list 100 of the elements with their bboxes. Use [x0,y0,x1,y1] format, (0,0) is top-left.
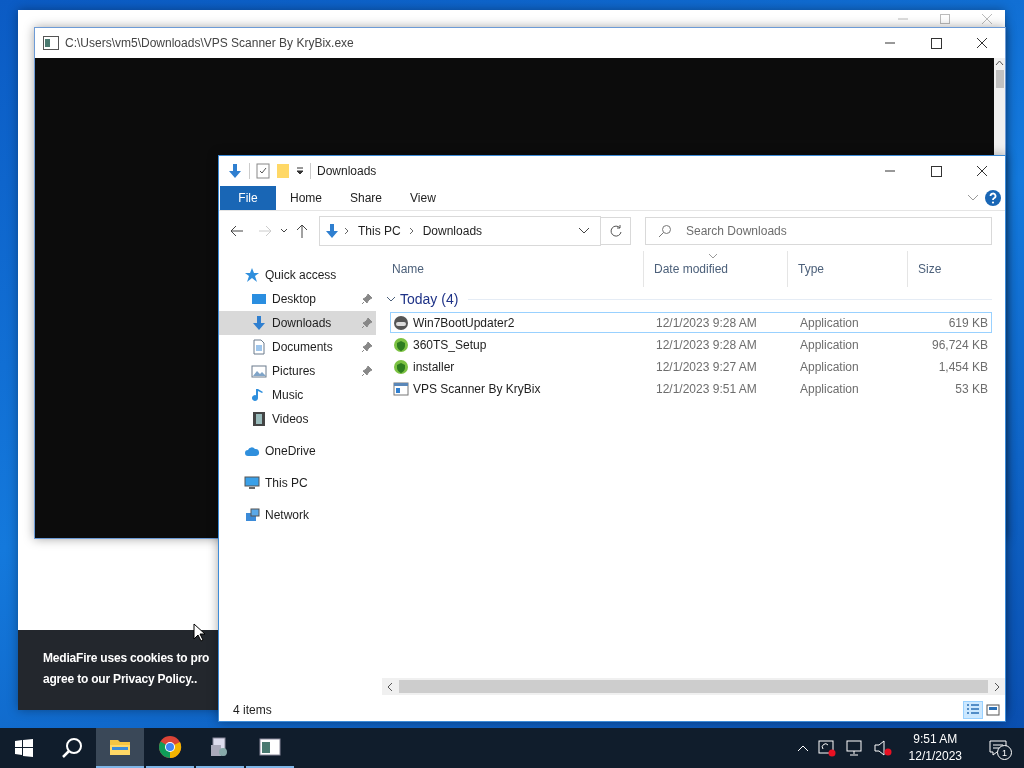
ribbon-tab[interactable]: View [396,186,450,210]
breadcrumb[interactable]: Downloads [418,224,487,238]
ribbon-tab[interactable]: Share [336,186,397,210]
message-icon [989,740,1007,756]
file-name: VPS Scanner By KryBix [413,381,541,396]
pin-icon[interactable] [362,342,372,352]
mouse-cursor [193,623,205,642]
window-title: Downloads [316,164,378,178]
picture-icon [251,363,267,379]
chrome-icon [158,735,182,759]
search-icon [61,737,83,759]
up-icon[interactable] [295,223,309,239]
pin-icon[interactable] [362,366,372,376]
type-cell: Application [800,381,859,396]
cookie-text: agree to our Privacy Policy.. [43,671,199,688]
nav-item[interactable]: Desktop [219,287,376,311]
dropdown-icon[interactable] [578,227,590,235]
time-text: 9:51 AM [913,731,958,748]
star-icon [244,267,260,283]
desktop-icon [251,291,267,307]
type-cell: Application [800,337,859,352]
properties-icon[interactable] [256,163,270,179]
group-header[interactable]: Today (4) [386,287,992,311]
scrollbar-thumb[interactable] [995,70,1004,88]
file-row[interactable]: installer 12/1/2023 9:27 AM Application 1,454 KB [390,356,992,377]
network-icon [244,507,260,523]
horizontal-scrollbar[interactable] [382,678,1005,695]
large-icons-view-icon[interactable] [984,702,1002,718]
column-header[interactable]: Type [788,251,908,287]
date-cell: 12/1/2023 9:27 AM [656,359,757,374]
item-count: 4 items [233,703,272,717]
breadcrumb[interactable]: This PC [354,224,405,238]
search-icon [658,224,672,238]
file-name: Win7BootUpdater2 [413,315,515,330]
sort-icon [708,253,718,259]
size-cell: 619 KB [948,315,988,330]
file-row[interactable]: Win7BootUpdater2 12/1/2023 9:28 AM Application 619 KB [390,312,992,333]
window-app-icon [393,380,409,397]
shield-icon [393,358,409,375]
refresh-button[interactable] [601,217,631,245]
download-arrow-icon [324,222,340,240]
type-cell: Application [800,315,859,330]
windows-logo-icon [15,739,33,757]
help-icon[interactable] [985,190,1001,206]
dropdown-icon[interactable] [296,167,304,175]
details-view-icon[interactable] [964,702,982,718]
nav-item[interactable]: Network [219,503,376,527]
scroll-left-icon[interactable] [385,681,395,692]
column-header[interactable]: Date modified [644,251,788,287]
download-arrow-icon [227,162,243,180]
size-cell: 53 KB [955,381,988,396]
nav-item[interactable]: This PC [219,471,376,495]
network-icon[interactable] [844,739,865,757]
nav-item[interactable]: Pictures [219,359,376,383]
notifications-button[interactable]: 1 [978,728,1018,768]
volume-muted-icon[interactable] [872,739,893,757]
search-field[interactable]: Search Downloads [645,217,992,245]
file-row[interactable]: 360TS_Setup 12/1/2023 9:28 AM Application 96,724 KB [390,334,992,355]
file-name: 360TS_Setup [413,337,487,352]
cookie-text: MediaFire uses cookies to pro [43,650,211,667]
window-app-icon [258,735,282,759]
date-cell: 12/1/2023 9:28 AM [656,315,757,330]
column-header[interactable]: Size [908,251,992,287]
date-cell: 12/1/2023 9:51 AM [656,381,757,396]
date-cell: 12/1/2023 9:28 AM [656,337,757,352]
date-text: 12/1/2023 [908,748,962,765]
refresh-icon [608,224,623,238]
chevron-icon[interactable] [967,194,979,202]
recent-dropdown-icon[interactable] [279,227,289,235]
sync-icon[interactable] [816,739,837,757]
scroll-up-icon[interactable] [995,58,1004,68]
nav-item[interactable]: Videos [219,407,376,431]
helmet-icon [393,314,409,331]
size-cell: 1,454 KB [938,359,988,374]
column-header[interactable]: Name [382,251,644,287]
ribbon-tab[interactable]: Home [276,186,336,210]
taskbar-app[interactable] [96,728,144,768]
nav-item[interactable]: Downloads [219,311,376,335]
back-icon[interactable] [229,223,245,239]
address-bar[interactable]: This PC Downloads [319,216,601,246]
file-row[interactable]: VPS Scanner By KryBix 12/1/2023 9:51 AM Application 53 KB [390,378,992,399]
shield-icon [393,336,409,353]
computer-icon [244,475,260,491]
pin-icon[interactable] [362,294,372,304]
size-cell: 96,724 KB [931,337,988,352]
window-title: C:\Users\vm5\Downloads\VPS Scanner By KryBix.exe [64,36,355,50]
notification-count: 1 [997,745,1012,760]
console-icon [43,36,59,50]
file-menu[interactable]: File [220,186,276,210]
nav-item[interactable]: OneDrive [219,439,376,463]
type-cell: Application [800,359,859,374]
caret-up-icon[interactable] [796,744,809,752]
nav-item[interactable]: Documents [219,335,376,359]
scroll-right-icon[interactable] [992,681,1002,692]
document-icon [251,339,267,355]
nav-item[interactable]: Quick access [219,263,376,287]
clock[interactable]: 9:51 AM 12/1/2023 [900,731,970,765]
nav-item[interactable]: Music [219,383,376,407]
film-icon [251,411,267,427]
download-arrow-icon [251,315,267,331]
